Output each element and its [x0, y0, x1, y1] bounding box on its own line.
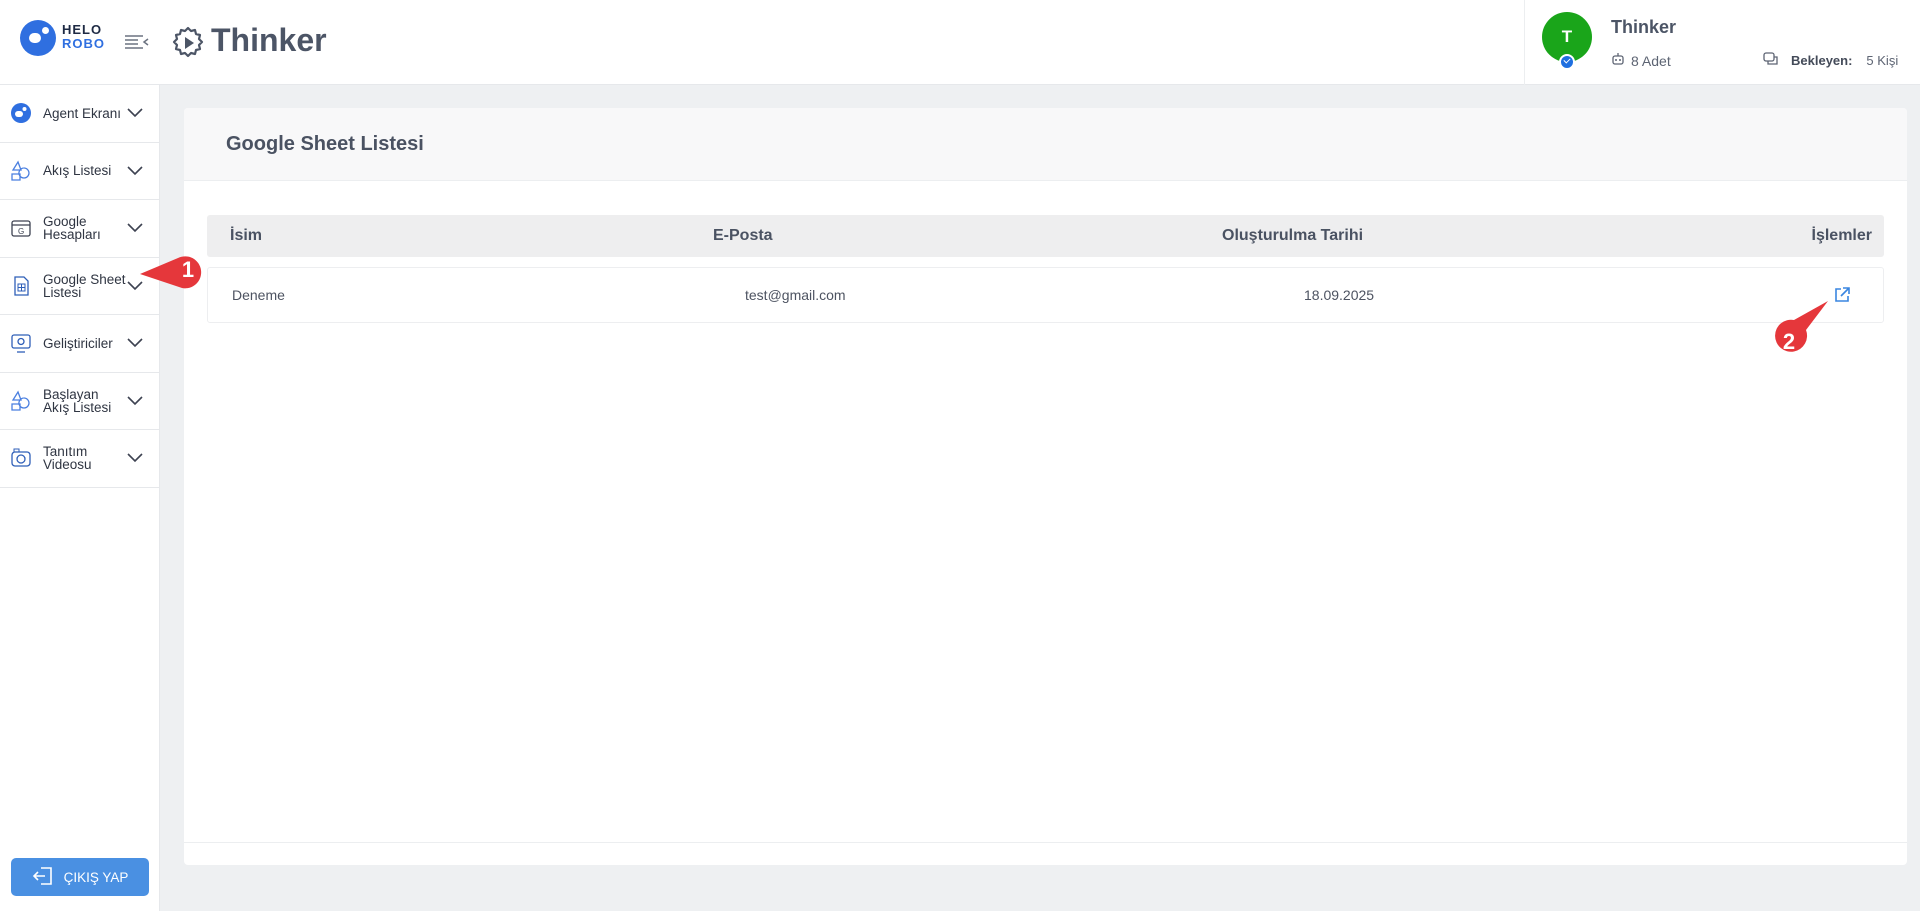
svg-text:G: G [18, 227, 24, 236]
sidebar-item-google-hesaplari[interactable]: G Google Hesapları [0, 200, 159, 258]
card-divider [184, 842, 1907, 843]
flow-icon [9, 159, 33, 183]
sidebar-item-baslayan-akis-listesi[interactable]: Başlayan Akış Listesi [0, 373, 159, 430]
sidebar-item-label: Google Sheet Listesi [43, 271, 126, 300]
table-row[interactable]: Deneme test@gmail.com 18.09.2025 [207, 267, 1884, 323]
robot-icon [9, 101, 33, 125]
chevron-down-icon[interactable] [127, 335, 143, 351]
column-header-actions: İşlemler [1811, 227, 1872, 244]
page-title: Google Sheet Listesi [226, 132, 424, 155]
chevron-down-icon[interactable] [127, 450, 143, 466]
sheet-table: İsim E-Posta Oluşturulma Tarihi İşlemler… [207, 215, 1884, 323]
sidebar-item-akis-listesi[interactable]: Akış Listesi [0, 143, 159, 200]
logout-button[interactable]: ÇIKIŞ YAP [11, 858, 149, 896]
annotation-marker-1: 1 [138, 244, 208, 290]
sidebar-item-label: Başlayan Akış Listesi [43, 386, 112, 415]
annotation-label-1: 1 [182, 257, 194, 282]
logo-text-line1: HELO [62, 22, 103, 37]
sidebar: Agent Ekranı Akış Listesi G Google Hesap… [0, 85, 160, 911]
sidebar-item-tanitim-videosu[interactable]: Tanıtım Videosu [0, 430, 159, 488]
column-header-email[interactable]: E-Posta [713, 227, 773, 245]
logout-icon [32, 866, 54, 889]
chevron-down-icon[interactable] [127, 163, 143, 179]
developer-icon [9, 331, 33, 355]
user-name: Thinker [1611, 17, 1677, 37]
bot-count: 8 Adet [1611, 52, 1671, 69]
column-header-name[interactable]: İsim [230, 227, 262, 245]
user-panel: T Thinker 8 Adet Bekleyen: 5 Kişi [1524, 0, 1920, 85]
gear-play-icon [170, 25, 206, 61]
cell-name: Deneme [232, 287, 285, 303]
sidebar-item-agent-ekrani[interactable]: Agent Ekranı [0, 85, 159, 143]
cell-created: 18.09.2025 [1304, 287, 1375, 303]
menu-collapse-icon[interactable] [124, 32, 150, 52]
robot-icon [1611, 52, 1625, 69]
sidebar-item-google-sheet-listesi[interactable]: Google Sheet Listesi [0, 258, 159, 315]
pending-value: 5 Kişi [1866, 53, 1899, 68]
verified-badge-icon [1559, 54, 1575, 70]
sidebar-item-label: Tanıtım Videosu [43, 444, 92, 473]
page-brand-title: Thinker [211, 22, 327, 58]
robot-logo-icon [20, 20, 56, 56]
top-header: HELO ROBO Thinker T Thinker 8 Adet Bekle… [0, 0, 1920, 85]
bot-count-label: 8 Adet [1631, 52, 1671, 69]
chevron-down-icon[interactable] [127, 220, 143, 236]
card-header: Google Sheet Listesi [184, 108, 1907, 181]
sheet-icon [9, 274, 33, 298]
flow-icon [9, 389, 33, 413]
chat-icon [1763, 52, 1779, 69]
annotation-label-2: 2 [1783, 329, 1795, 354]
sheet-list-card: Google Sheet Listesi İsim E-Posta Oluştu… [184, 108, 1907, 865]
pending-count: Bekleyen: 5 Kişi [1763, 52, 1898, 69]
column-header-created[interactable]: Oluşturulma Tarihi [1222, 227, 1363, 245]
sidebar-item-label: Geliştiriciler [43, 335, 113, 351]
open-external-icon[interactable] [1833, 286, 1851, 304]
annotation-marker-2: 2 [1770, 298, 1832, 362]
sidebar-item-label: Akış Listesi [43, 163, 112, 179]
video-icon [9, 446, 33, 470]
chevron-down-icon[interactable] [127, 105, 143, 121]
logo-text-line2: ROBO [62, 36, 105, 51]
pending-label: Bekleyen: [1791, 53, 1853, 68]
sidebar-item-label: Agent Ekranı [43, 105, 122, 121]
chevron-down-icon[interactable] [127, 393, 143, 409]
cell-email: test@gmail.com [745, 287, 846, 303]
table-header: İsim E-Posta Oluşturulma Tarihi İşlemler [207, 215, 1884, 257]
sidebar-item-gelistiriciler[interactable]: Geliştiriciler [0, 315, 159, 373]
logout-label: ÇIKIŞ YAP [63, 869, 129, 885]
sidebar-item-label: Google Hesapları [43, 214, 101, 243]
helorobo-logo[interactable]: HELO ROBO [20, 18, 110, 60]
google-account-icon: G [9, 216, 33, 240]
